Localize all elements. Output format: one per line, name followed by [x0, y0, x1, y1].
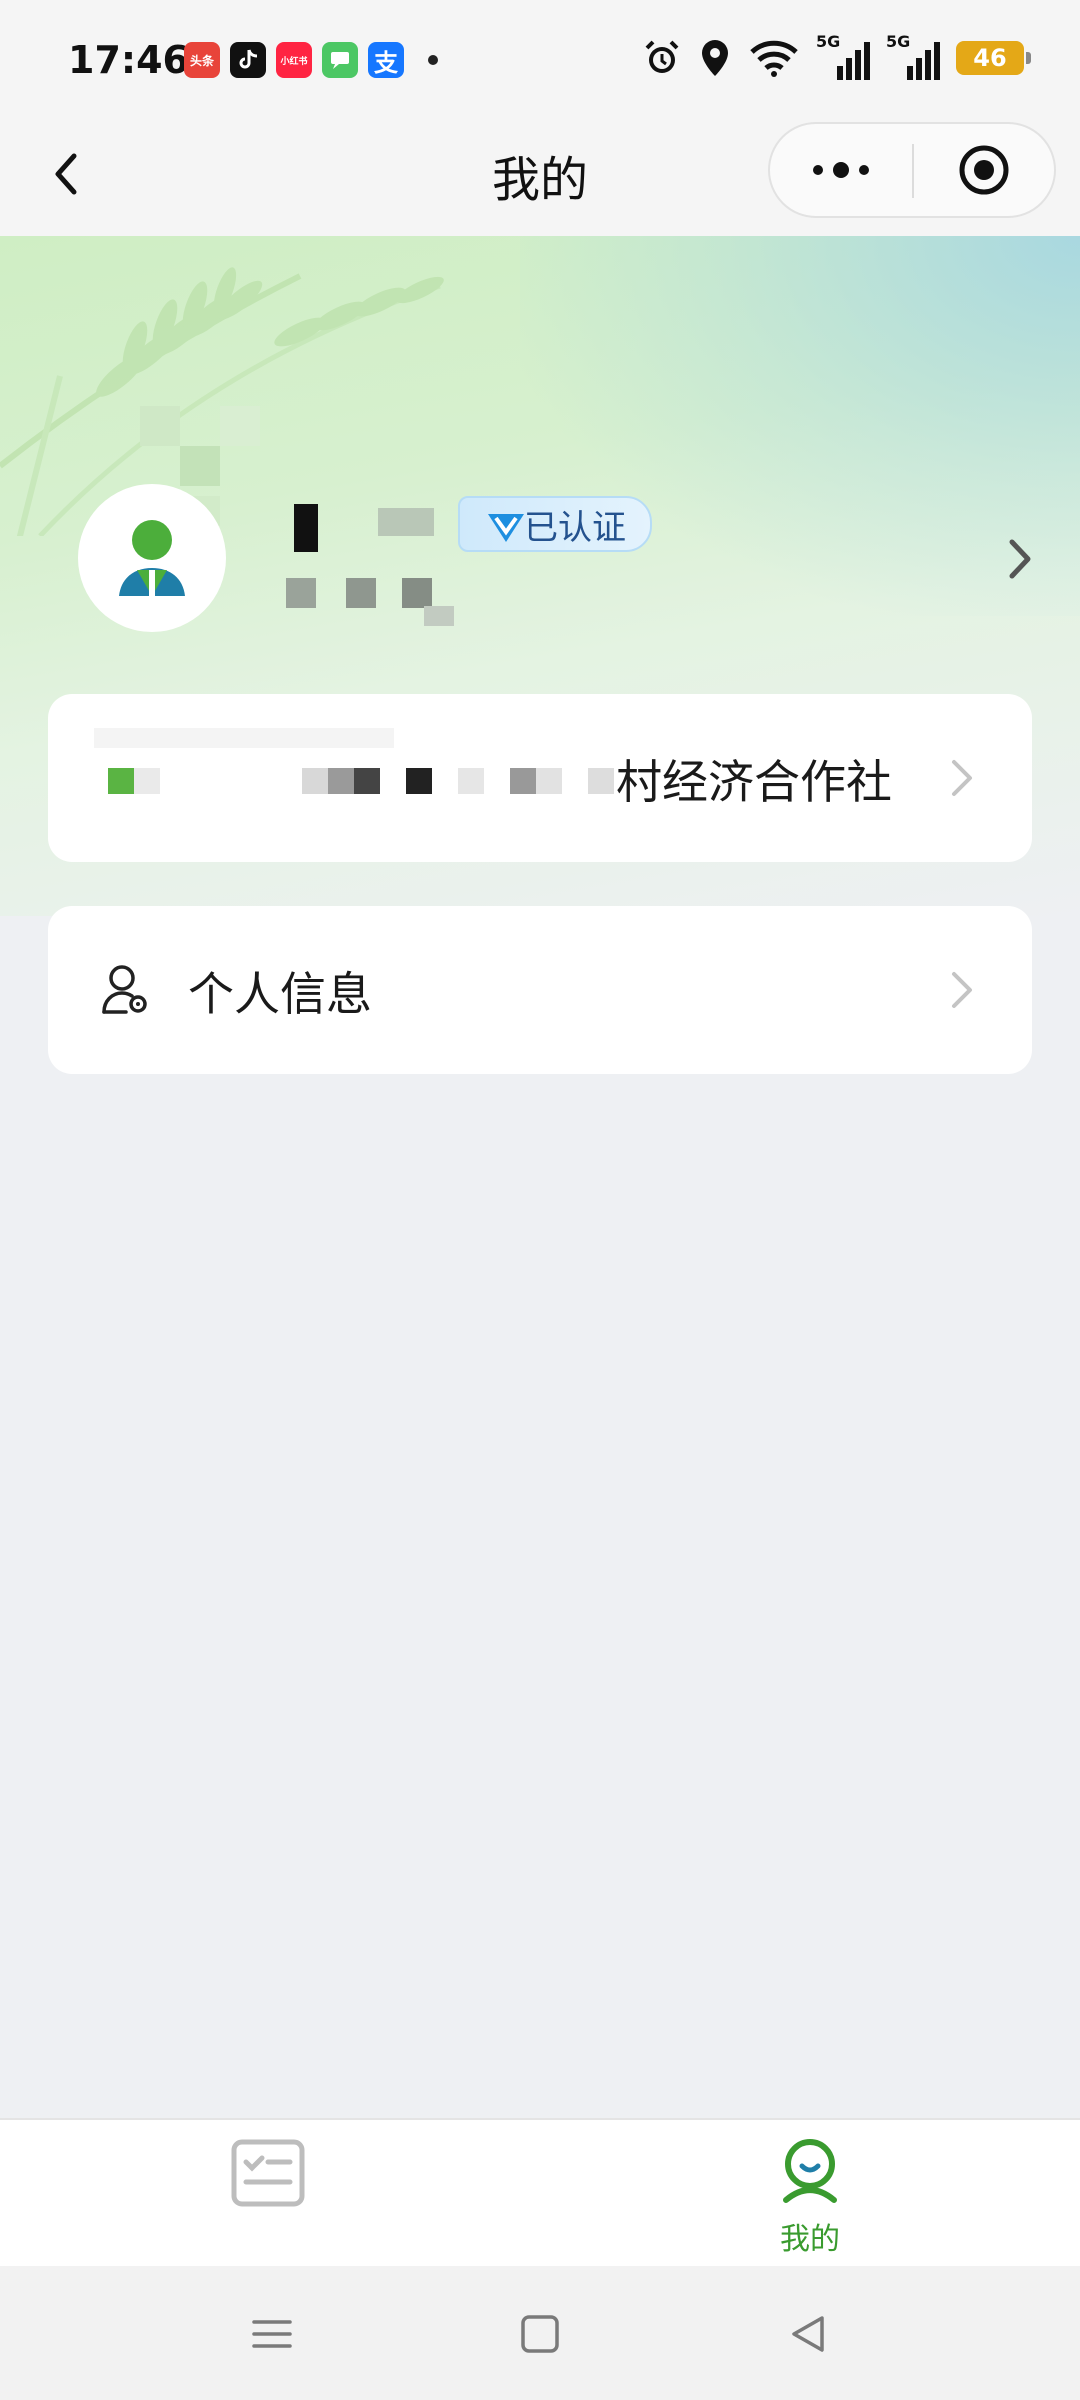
tab-mine[interactable]: 我的: [540, 2120, 1080, 2266]
wifi-icon: [750, 40, 798, 77]
xiaohongshu-icon: 小红书: [276, 42, 312, 78]
battery-indicator: 46: [956, 41, 1031, 75]
personal-info-label: 个人信息: [188, 967, 372, 1021]
cellular-signal-2: 5G: [886, 32, 940, 80]
cooperative-label: 村经济合作社: [616, 755, 892, 809]
more-dot-icon: [813, 165, 823, 175]
status-time: 17:46: [68, 38, 189, 82]
chevron-right-icon: [952, 972, 972, 1008]
personal-info-card[interactable]: 个人信息: [48, 906, 1032, 1074]
cellular-signal-1: 5G: [816, 32, 870, 80]
alarm-icon: [645, 40, 679, 73]
profile-header[interactable]: 已认证: [0, 484, 1080, 634]
close-miniprogram-button[interactable]: [914, 124, 1054, 216]
checklist-icon: [231, 2139, 305, 2207]
douyin-icon: [230, 42, 266, 78]
status-app-icons: 头条 小红书 支: [184, 42, 438, 78]
user-profile-icon: [783, 2139, 837, 2203]
home-button[interactable]: [514, 2308, 566, 2360]
menu-icon: [252, 2320, 292, 2348]
verified-badge: 已认证: [458, 496, 652, 552]
tab-mine-label: 我的: [780, 2222, 840, 2257]
system-navigation-bar: [0, 2266, 1080, 2400]
system-back-button[interactable]: [782, 2308, 834, 2360]
target-close-icon: [959, 145, 1009, 195]
messages-icon: [322, 42, 358, 78]
navigation-bar: 我的: [0, 120, 1080, 236]
bottom-tab-bar: 我的: [0, 2118, 1080, 2266]
verified-label: 已认证: [524, 507, 626, 548]
more-dot-icon: [833, 162, 849, 178]
status-bar: 17:46 头条 小红书 支 5G 5G 46: [0, 0, 1080, 120]
user-settings-icon: [102, 965, 147, 1014]
location-icon: [702, 40, 728, 76]
more-dot-icon: [859, 165, 869, 175]
home-square-icon: [521, 2315, 559, 2353]
more-options-button[interactable]: [770, 124, 912, 216]
toutiao-icon: 头条: [184, 42, 220, 78]
miniprogram-capsule: [768, 122, 1056, 218]
recent-apps-button[interactable]: [246, 2308, 298, 2360]
more-notifications-dot: [428, 55, 438, 65]
verified-v-icon: [488, 514, 524, 542]
avatar[interactable]: [78, 484, 226, 632]
alipay-icon: 支: [368, 42, 404, 78]
status-indicators: 5G 5G 46: [642, 32, 1031, 80]
user-avatar-icon: [119, 520, 185, 596]
triangle-back-icon: [792, 2316, 824, 2352]
cooperative-card[interactable]: 村经济合作社: [48, 694, 1032, 862]
chevron-right-icon: [1009, 539, 1031, 579]
tab-tasks[interactable]: [0, 2120, 540, 2266]
chevron-right-icon: [952, 760, 972, 796]
